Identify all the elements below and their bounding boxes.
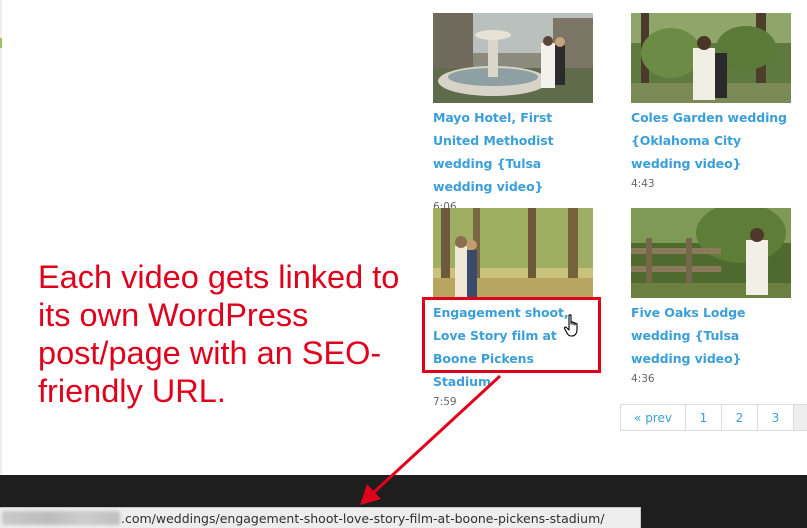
video-thumbnail[interactable] — [631, 208, 791, 298]
page-left-marker — [0, 38, 2, 48]
video-card-five-oaks: Five Oaks Lodge wedding {Tulsa wedding v… — [631, 208, 793, 385]
video-card-mayo-hotel: Mayo Hotel, First United Methodist weddi… — [433, 13, 595, 213]
fence-bride-thumbnail-icon — [631, 208, 791, 298]
pagination-page-3[interactable]: 3 — [757, 404, 794, 431]
forest-kiss-thumbnail-icon — [433, 208, 593, 298]
video-duration: 7:59 — [433, 396, 457, 408]
pagination-prev-button[interactable]: « prev — [620, 404, 686, 431]
video-card-coles-garden: Coles Garden wedding {Oklahoma City wedd… — [631, 13, 793, 190]
status-url: .com/weddings/engagement-shoot-love-stor… — [121, 510, 605, 526]
video-title-link[interactable]: Five Oaks Lodge wedding {Tulsa wedding v… — [631, 301, 793, 370]
video-duration: 4:36 — [631, 373, 655, 385]
video-duration: 4:43 — [631, 178, 655, 190]
browser-status-bar: .com/weddings/engagement-shoot-love-stor… — [0, 507, 641, 528]
pagination-next-button[interactable] — [793, 404, 807, 431]
fountain-couple-thumbnail-icon — [433, 13, 593, 103]
pagination: « prev 1 2 3 — [620, 404, 807, 431]
video-thumbnail[interactable] — [433, 208, 593, 298]
page-left-edge — [0, 0, 2, 475]
pagination-page-1[interactable]: 1 — [685, 404, 722, 431]
garden-bride-thumbnail-icon — [631, 13, 791, 103]
hand-pointer-cursor-icon — [563, 314, 578, 337]
annotation-text: Each video gets linked to its own WordPr… — [38, 259, 400, 409]
video-title-link[interactable]: Coles Garden wedding {Oklahoma City wedd… — [631, 106, 793, 175]
pagination-page-2[interactable]: 2 — [721, 404, 758, 431]
video-title-link[interactable]: Mayo Hotel, First United Methodist weddi… — [433, 106, 595, 198]
video-thumbnail[interactable] — [631, 13, 791, 103]
video-thumbnail[interactable] — [433, 13, 593, 103]
blurred-domain — [2, 511, 120, 525]
